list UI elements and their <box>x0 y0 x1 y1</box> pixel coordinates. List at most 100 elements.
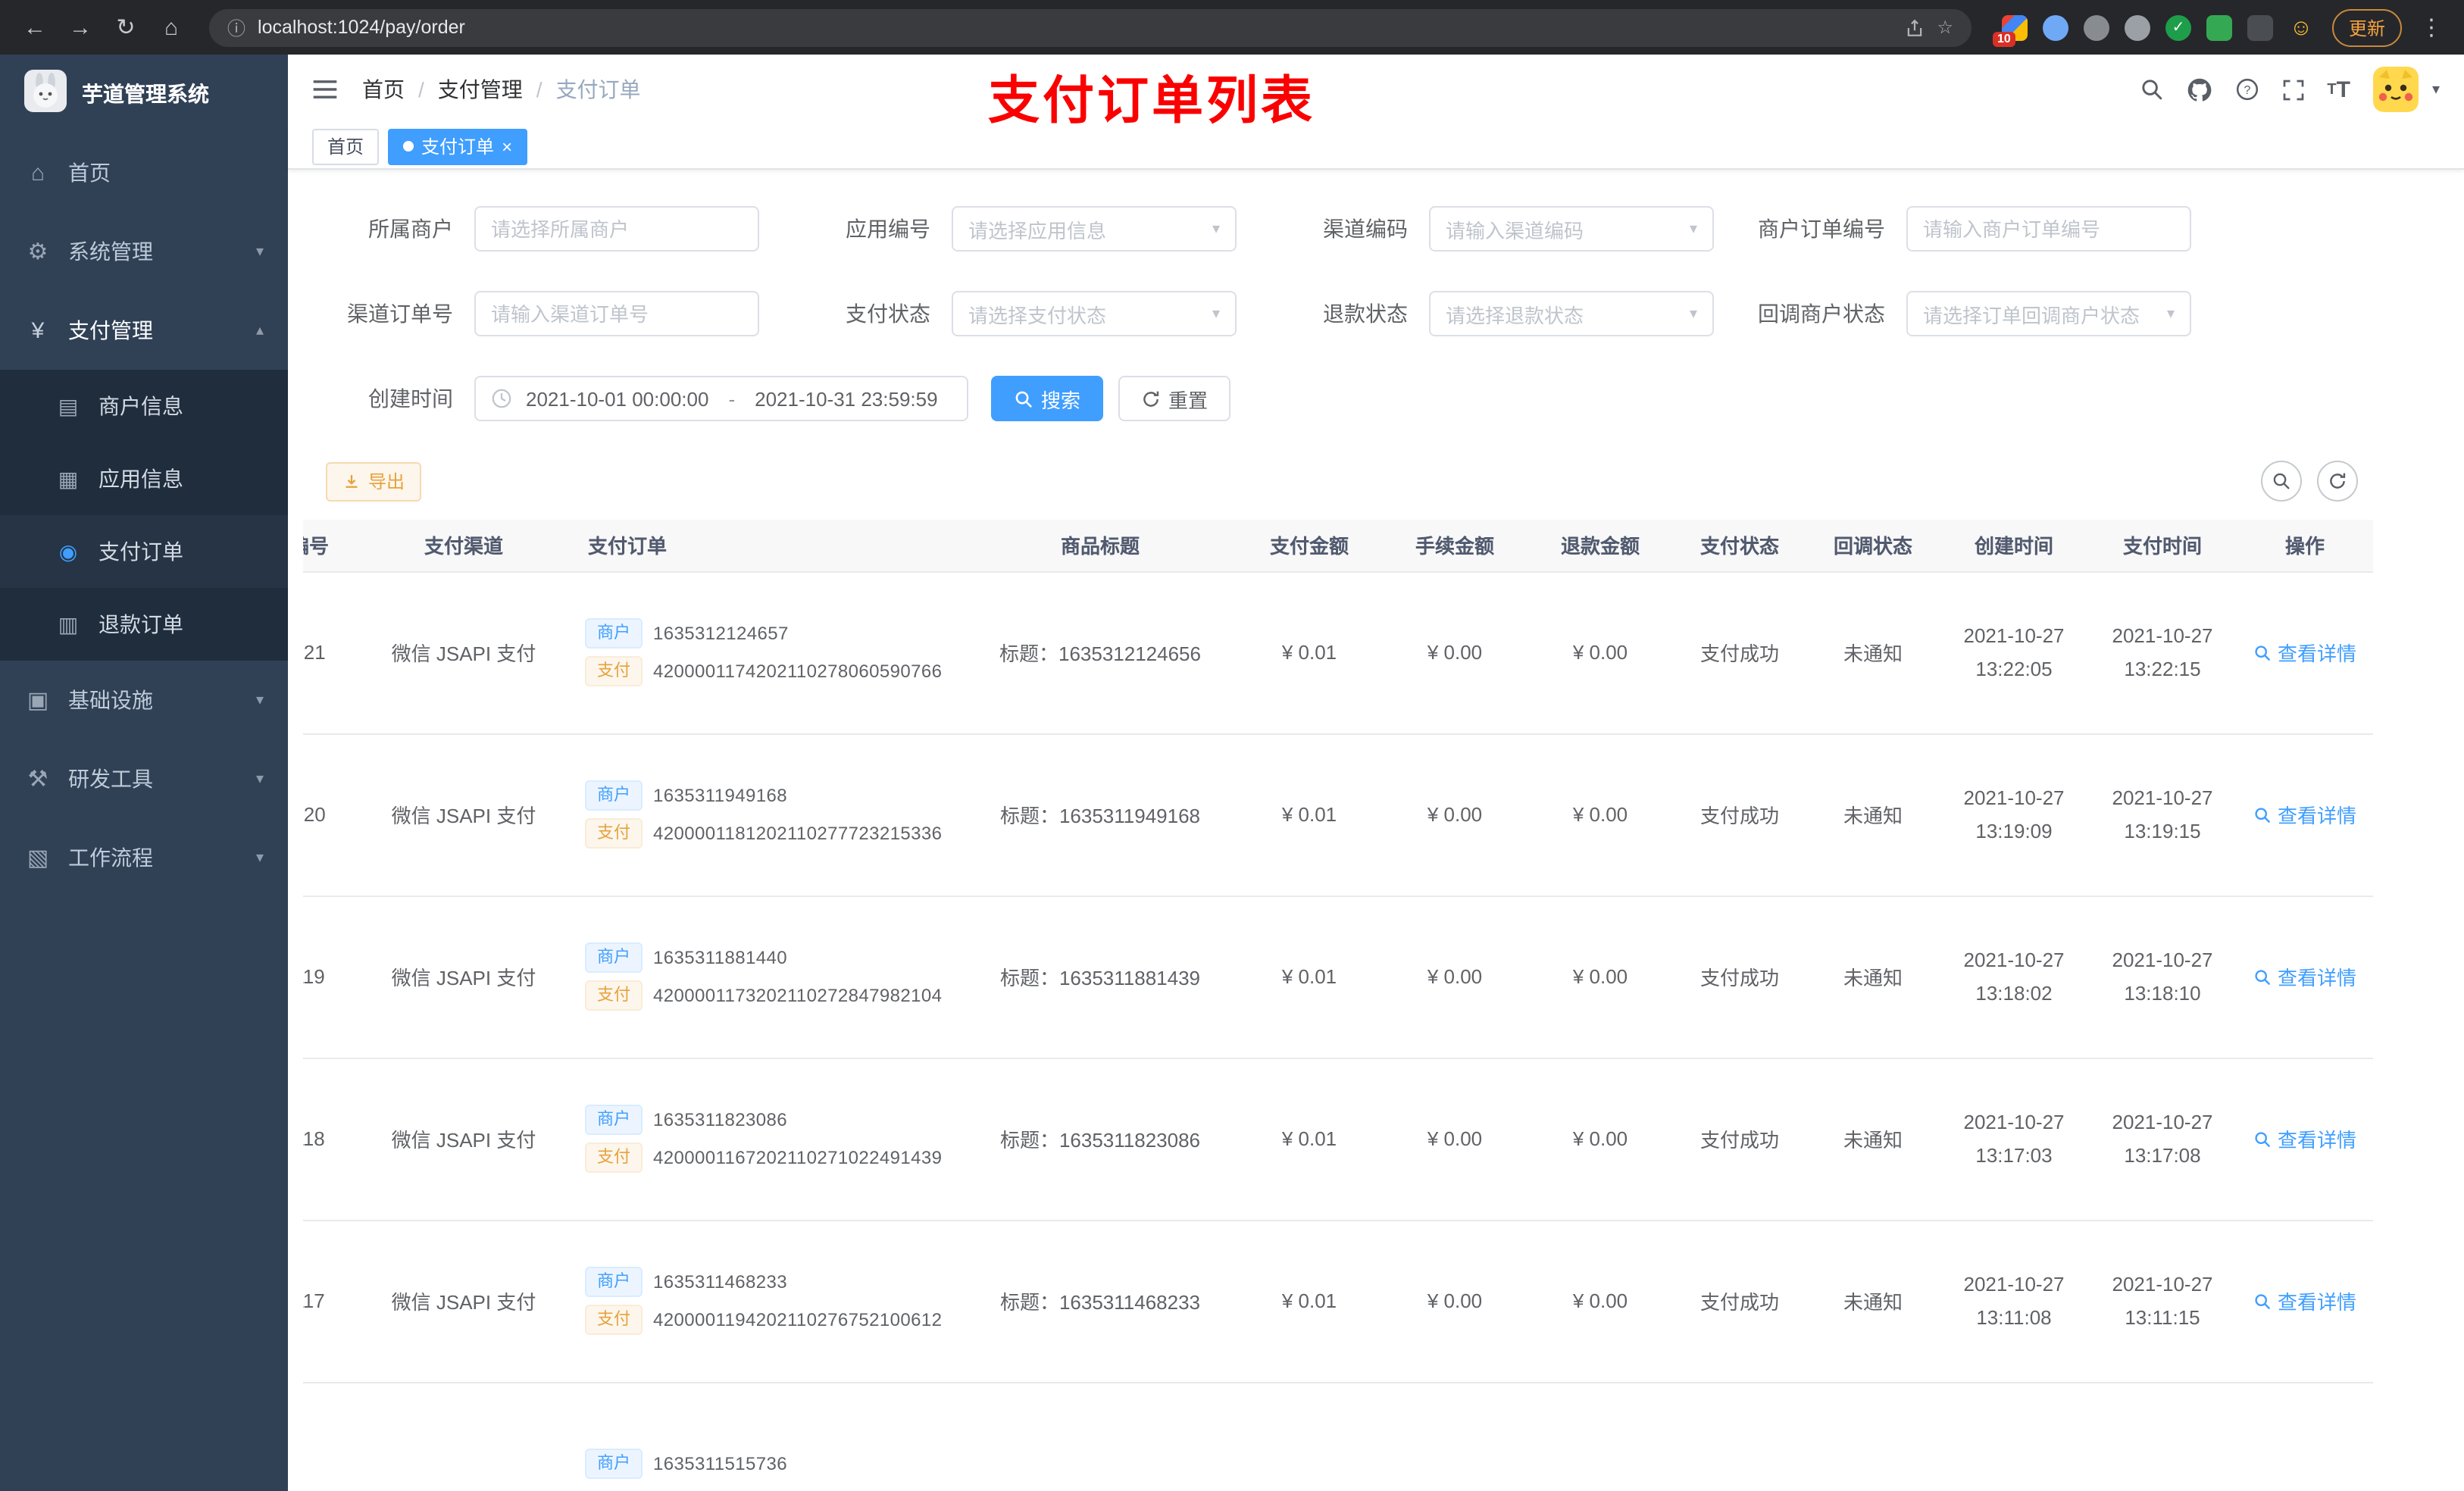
address-bar[interactable]: ⓘ localhost:1024/pay/order ☆ <box>209 8 1972 46</box>
chevron-down-icon: ▾ <box>255 771 264 787</box>
font-size-icon[interactable]: TT <box>2327 77 2350 102</box>
active-dot-icon <box>403 141 414 152</box>
avatar[interactable] <box>2372 67 2419 112</box>
sidebar-item-app-info[interactable]: ▦ 应用信息 <box>0 442 288 515</box>
share-icon[interactable] <box>1905 17 1925 37</box>
toggle-search-icon[interactable] <box>2261 461 2302 502</box>
filter-field-callback-status: 回调商户状态 请选择订单回调商户状态 ▾ <box>1758 291 2235 336</box>
browser-update-button[interactable]: 更新 <box>2331 8 2402 46</box>
pay-order-no: 4200001173202110272847982104 <box>653 985 943 1006</box>
extension-drop-icon[interactable] <box>2042 14 2068 40</box>
site-info-icon[interactable]: ⓘ <box>227 14 245 40</box>
browser-menu-icon[interactable]: ⋮ <box>2420 14 2443 41</box>
merchant-order-no: 1635311949168 <box>653 785 787 806</box>
sidebar-item-system[interactable]: ⚙ 系统管理 ▾ <box>0 212 288 291</box>
extensions-area: 10 ✓ ☺ <box>1992 14 2314 46</box>
search-button[interactable]: 搜索 <box>991 376 1104 421</box>
tab-pay-order[interactable]: 支付订单 × <box>388 128 528 164</box>
table-row: 商户 1635311515736 支付 <box>303 1382 2373 1491</box>
cell-channel: 微信 JSAPI 支付 <box>358 1058 570 1221</box>
bookmark-star-icon[interactable]: ☆ <box>1937 17 1953 38</box>
cell-create-time: 2021-10-27 13:11:08 <box>1940 1220 2088 1383</box>
cell-pay-time: 2021-10-27 13:11:15 <box>2088 1220 2237 1383</box>
page-content: 所属商户 应用编号 请选择应用信息 ▾ 渠道编码 请输入渠道编码 <box>288 170 2464 1491</box>
fee-amount: ¥ 0.00 <box>1427 641 1483 664</box>
search-icon[interactable] <box>2139 77 2163 102</box>
view-detail-link[interactable]: 查看详情 <box>2253 1286 2356 1315</box>
extension-puzzle-icon[interactable]: 10 <box>1992 14 2028 46</box>
refund-status-select[interactable]: 请选择退款状态 ▾ <box>1429 291 1714 336</box>
github-icon[interactable] <box>2186 77 2212 102</box>
avatar-caret-icon[interactable]: ▾ <box>2432 81 2440 98</box>
pay-date: 2021-10-27 <box>2112 624 2213 648</box>
reset-button[interactable]: 重置 <box>1118 376 1231 421</box>
extension-face-icon[interactable]: ☺ <box>2288 14 2314 40</box>
reload-icon[interactable]: ↻ <box>106 8 145 47</box>
extension-dark-puzzle-icon[interactable] <box>2247 14 2273 40</box>
extension-check-icon[interactable]: ✓ <box>2165 14 2191 40</box>
select-placeholder: 请选择订单回调商户状态 <box>1923 304 2140 327</box>
breadcrumb-payment[interactable]: 支付管理 <box>438 74 523 105</box>
extension-globe-icon[interactable] <box>2124 14 2150 40</box>
pay-order-line: 支付 4200001167202110271022491439 <box>585 1142 956 1173</box>
sidebar-item-refund-order[interactable]: ▥ 退款订单 <box>0 588 288 661</box>
magnifier-icon <box>2255 1131 2270 1146</box>
sidebar-item-devtools[interactable]: ⚒ 研发工具 ▾ <box>0 739 288 818</box>
sidebar-item-merchant-info[interactable]: ▤ 商户信息 <box>0 370 288 442</box>
pay-tag: 支付 <box>585 980 643 1011</box>
sidebar-item-infra[interactable]: ▣ 基础设施 ▾ <box>0 661 288 739</box>
channel-order-no-input[interactable] <box>474 291 759 336</box>
table-toolbar: 导出 <box>303 461 2449 502</box>
view-detail-link[interactable]: 查看详情 <box>2253 638 2356 667</box>
breadcrumb-home[interactable]: 首页 <box>362 74 405 105</box>
pay-channel: 微信 JSAPI 支付 <box>391 642 536 665</box>
extension-circle-icon[interactable] <box>2083 14 2109 40</box>
cell-pay-time: 2021-10-27 13:19:15 <box>2088 733 2237 896</box>
notify-status: 未通知 <box>1843 1129 1903 1152</box>
cell-pay-status: 支付成功 <box>1673 1058 1806 1221</box>
sidebar-item-payment[interactable]: ¥ 支付管理 ▴ <box>0 291 288 370</box>
col-amount: 支付金额 <box>1237 520 1382 572</box>
cell-id <box>303 1382 358 1491</box>
refund-amount: ¥ 0.00 <box>1572 965 1628 988</box>
pay-status-select[interactable]: 请选择支付状态 ▾ <box>952 291 1237 336</box>
table-row: 117 微信 JSAPI 支付 商户 1635311468233 支付 4200… <box>303 1220 2373 1383</box>
fullscreen-icon[interactable] <box>2281 78 2304 101</box>
callback-status-select[interactable]: 请选择订单回调商户状态 ▾ <box>1906 291 2191 336</box>
extension-square-icon[interactable] <box>2206 14 2232 40</box>
pay-date: 2021-10-27 <box>2112 786 2213 810</box>
close-icon[interactable]: × <box>502 137 512 155</box>
forward-icon[interactable]: → <box>61 8 100 47</box>
order-id: 117 <box>303 1289 325 1312</box>
view-detail-link[interactable]: 查看详情 <box>2253 1124 2356 1153</box>
help-icon[interactable]: ? <box>2234 77 2259 102</box>
export-button[interactable]: 导出 <box>326 461 422 501</box>
sidebar-item-workflow[interactable]: ▧ 工作流程 ▾ <box>0 818 288 897</box>
merchant-select-input[interactable] <box>474 206 759 252</box>
app-logo[interactable]: 芋道管理系统 <box>0 55 288 133</box>
tab-home[interactable]: 首页 <box>312 128 380 164</box>
cell-amount: ¥ 0.01 <box>1237 571 1382 734</box>
sidebar-item-home[interactable]: ⌂ 首页 <box>0 133 288 212</box>
col-id: 编号 <box>303 520 358 572</box>
cell-fee: ¥ 0.00 <box>1382 733 1527 896</box>
sidebar-item-pay-order[interactable]: ◉ 支付订单 <box>0 515 288 588</box>
cell-title: 标题：1635311949168 <box>964 733 1237 896</box>
merchant-order-no-input[interactable] <box>1906 206 2191 252</box>
cell-fee: ¥ 0.00 <box>1382 1058 1527 1221</box>
app-select[interactable]: 请选择应用信息 ▾ <box>952 206 1237 252</box>
cell-pay-status: 支付成功 <box>1673 571 1806 734</box>
home-icon[interactable]: ⌂ <box>152 8 191 47</box>
breadcrumb: 首页 / 支付管理 / 支付订单 <box>362 74 641 105</box>
cell-pay-order: 商户 1635311949168 支付 42000011812021102777… <box>570 733 964 896</box>
hamburger-icon[interactable] <box>312 79 338 100</box>
channel-code-select[interactable]: 请输入渠道编码 ▾ <box>1429 206 1714 252</box>
back-icon[interactable]: ← <box>15 8 55 47</box>
view-detail-label: 查看详情 <box>2277 1291 2356 1314</box>
view-detail-link[interactable]: 查看详情 <box>2253 800 2356 829</box>
orders-table: 编号 支付渠道 支付订单 商品标题 支付金额 手续金额 退款金额 支付状态 回调… <box>303 520 2373 1491</box>
create-time-range-input[interactable]: 2021-10-01 00:00:00 - 2021-10-31 23:59:5… <box>474 376 968 421</box>
refresh-icon[interactable] <box>2317 461 2358 502</box>
merchant-order-no: 1635312124657 <box>653 623 789 644</box>
view-detail-link[interactable]: 查看详情 <box>2253 962 2356 991</box>
